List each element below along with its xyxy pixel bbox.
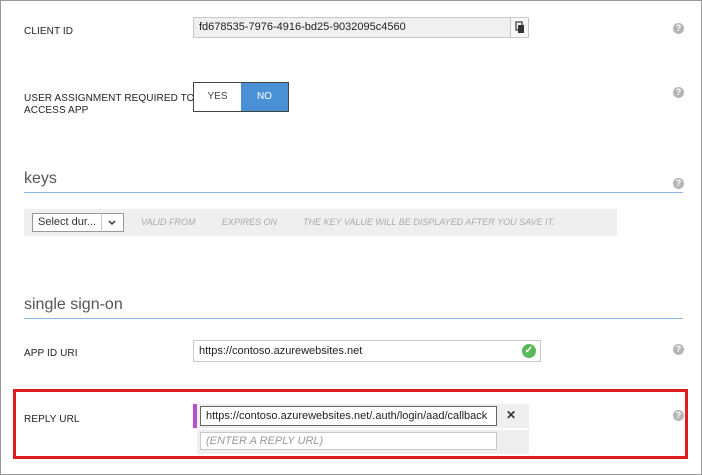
new-reply-url-input[interactable]: (ENTER A REPLY URL) <box>200 432 497 450</box>
help-icon[interactable]: ? <box>673 87 684 98</box>
toggle-no[interactable]: NO <box>241 83 288 111</box>
sso-section-title: single sign-on <box>24 296 123 313</box>
user-assignment-label-line2: ACCESS APP <box>24 105 89 116</box>
expires-on-header: EXPIRES ON <box>222 217 278 227</box>
user-assignment-label: USER ASSIGNMENT REQUIRED TO ACCESS APP <box>24 93 195 117</box>
valid-check-icon: ✓ <box>522 344 536 358</box>
help-icon[interactable]: ? <box>673 344 684 355</box>
keys-divider <box>24 192 683 193</box>
reply-url-label: REPLY URL <box>24 414 80 425</box>
duration-select[interactable]: Select dur... <box>32 213 107 232</box>
app-id-uri-label: APP ID URI <box>24 348 78 359</box>
keys-section-title: keys <box>24 170 57 187</box>
duration-dropdown-button[interactable] <box>101 213 124 232</box>
sso-divider <box>24 318 683 319</box>
client-id-label: CLIENT ID <box>24 26 74 37</box>
remove-reply-url-button[interactable]: ✕ <box>506 408 516 422</box>
copy-button[interactable] <box>510 17 529 38</box>
toggle-yes[interactable]: YES <box>194 83 241 111</box>
key-value-header: THE KEY VALUE WILL BE DISPLAYED AFTER YO… <box>303 217 555 227</box>
client-id-field[interactable]: fd678535-7976-4916-bd25-9032095c4560 <box>193 17 511 38</box>
help-icon[interactable]: ? <box>673 178 684 189</box>
copy-icon <box>515 21 524 33</box>
chevron-down-icon <box>108 220 116 226</box>
user-assignment-label-line1: USER ASSIGNMENT REQUIRED TO <box>24 93 195 104</box>
reply-url-input[interactable]: https://contoso.azurewebsites.net/.auth/… <box>200 406 497 426</box>
help-icon[interactable]: ? <box>673 410 684 421</box>
valid-from-header: VALID FROM <box>141 217 196 227</box>
user-assignment-toggle[interactable]: YES NO <box>193 82 289 112</box>
app-id-uri-input[interactable]: https://contoso.azurewebsites.net <box>193 340 541 362</box>
help-icon[interactable]: ? <box>673 23 684 34</box>
